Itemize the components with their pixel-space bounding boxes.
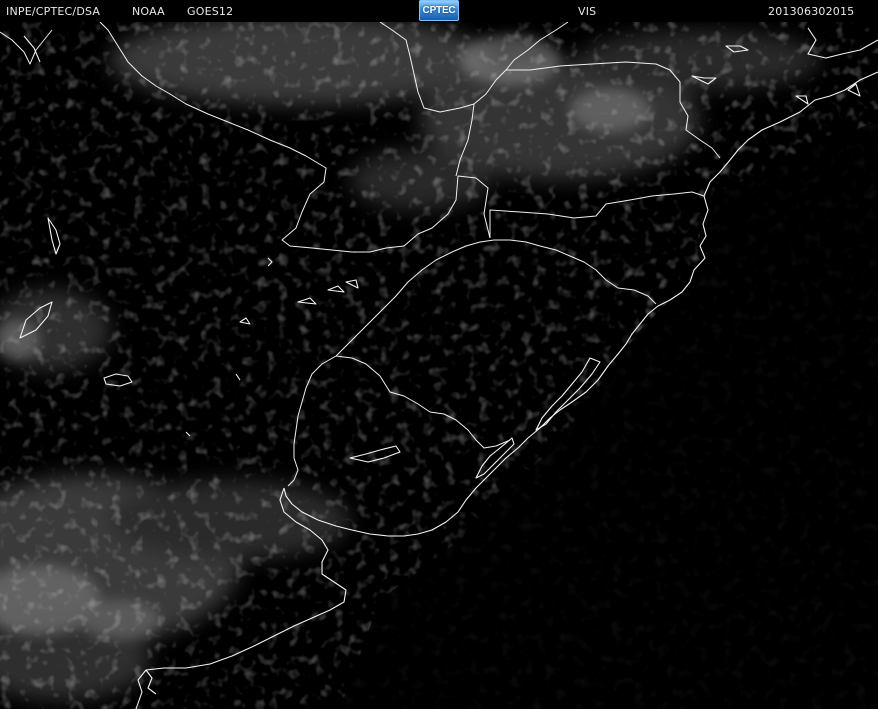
source-label: NOAA <box>132 5 165 18</box>
cloud-layer <box>0 15 878 709</box>
cptec-logo: CPTEC <box>419 0 459 21</box>
agency-label: INPE/CPTEC/DSA <box>6 5 101 18</box>
logo-text: CPTEC <box>422 5 456 16</box>
band-label: VIS <box>578 5 597 18</box>
satellite-label: GOES12 <box>187 5 234 18</box>
timestamp-label: 201306302015 <box>768 5 855 18</box>
satellite-image-viewer: INPE/CPTEC/DSA NOAA GOES12 CPTEC VIS 201… <box>0 0 878 709</box>
image-header-bar: INPE/CPTEC/DSA NOAA GOES12 CPTEC VIS 201… <box>0 0 878 22</box>
satellite-map <box>0 15 878 709</box>
